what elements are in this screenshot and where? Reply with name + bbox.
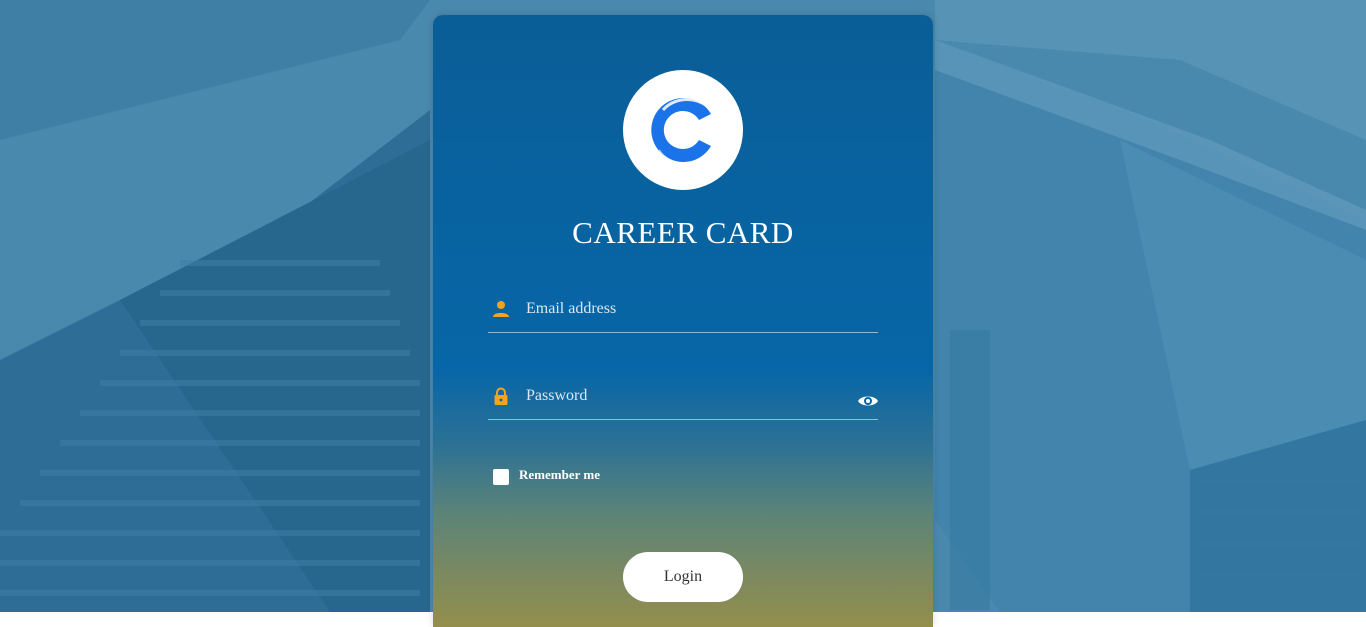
login-card: CAREER CARD Remember me Login bbox=[433, 15, 933, 627]
user-icon bbox=[493, 301, 509, 317]
eye-icon[interactable] bbox=[857, 393, 879, 409]
logo bbox=[623, 70, 743, 190]
remember-me-checkbox[interactable] bbox=[493, 469, 509, 485]
app-title: CAREER CARD bbox=[572, 215, 794, 250]
remember-me-label[interactable]: Remember me bbox=[519, 467, 600, 483]
lock-icon bbox=[494, 387, 508, 405]
password-input[interactable] bbox=[526, 383, 846, 409]
email-input[interactable] bbox=[526, 296, 846, 322]
c-logo-icon bbox=[651, 98, 717, 165]
password-field-row bbox=[488, 375, 878, 420]
login-button[interactable]: Login bbox=[623, 552, 743, 602]
email-field-row bbox=[488, 288, 878, 333]
